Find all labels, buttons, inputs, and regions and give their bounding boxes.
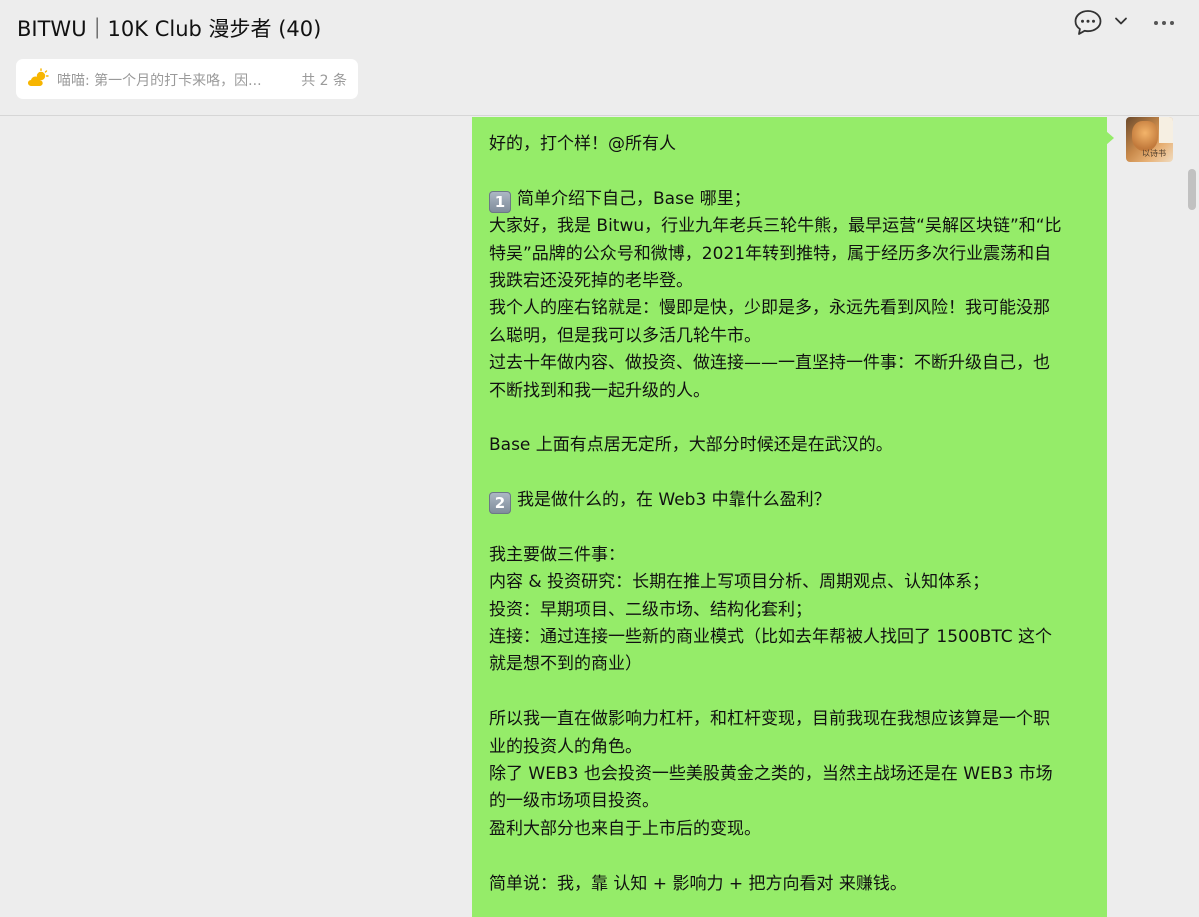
message-line: 特吴”品牌的公众号和微博，2021年转到推特，属于经历多次行业震荡和自 (489, 241, 1091, 268)
number-badge-icon: 1 (489, 190, 511, 213)
message-line: 我主要做三件事： (489, 542, 1091, 569)
message-line: 好的，打个样！@所有人 (489, 131, 1091, 158)
message-line: 2 我是做什么的，在 Web3 中靠什么盈利？ (489, 487, 1091, 515)
message-line (489, 679, 1091, 706)
message-line: 么聪明，但是我可以多活几轮牛市。 (489, 323, 1091, 350)
message-line (489, 514, 1091, 541)
message-line-text: 盈利大部分也来自于上市后的变现。 (489, 818, 761, 839)
bubble-tail (1106, 131, 1114, 145)
message-line-text: 我是做什么的，在 Web3 中靠什么盈利？ (517, 490, 831, 511)
message-line-text: 除了 WEB3 也会投资一些美股黄金之类的，当然主战场还是在 WEB3 市场 (489, 763, 1053, 784)
message-line-text: 内容 & 投资研究：长期在推上写项目分析、周期观点、认知体系； (489, 572, 990, 593)
message-line-text: 特吴”品牌的公众号和微博，2021年转到推特，属于经历多次行业震荡和自 (489, 243, 1052, 264)
message-bubble[interactable]: 好的，打个样！@所有人 1 简单介绍下自己，Base 哪里； 大家好，我是 Bitwu… (472, 117, 1107, 917)
message-line: 内容 & 投资研究：长期在推上写项目分析、周期观点、认知体系； (489, 569, 1091, 596)
message-line: 投资：早期项目、二级市场、结构化套利； (489, 597, 1091, 624)
message-line: 就是想不到的商业） (489, 651, 1091, 678)
message-line: 的一级市场项目投资。 (489, 788, 1091, 815)
sun-cloud-icon (28, 68, 49, 86)
message-line-text: 过去十年做内容、做投资、做连接——一直坚持一件事：不断升级自己，也 (489, 353, 1050, 374)
number-badge-icon: 2 (489, 492, 511, 515)
avatar[interactable]: 以诗书 (1126, 117, 1173, 162)
message-line-text: 大家好，我是 Bitwu，行业九年老兵三轮牛熊，最早运营“吴解区块链”和“比 (489, 216, 1062, 237)
message-line-text: 我主要做三件事： (489, 544, 625, 565)
message-line: 简单说：我，靠 认知 + 影响力 + 把方向看对 来赚钱。 (489, 871, 1091, 898)
chevron-down-icon[interactable] (1112, 12, 1130, 30)
message-line-text: 我跌宕还没死掉的老毕登。 (489, 270, 693, 291)
message-line (489, 843, 1091, 870)
message-line-text: 简单介绍下自己，Base 哪里； (517, 188, 751, 209)
message-line-text: 不断找到和我一起升级的人。 (489, 380, 710, 401)
message-line-text: 的一级市场项目投资。 (489, 791, 659, 812)
message-line-text: 好的，打个样！@所有人 (489, 134, 676, 154)
message-line-text: 业的投资人的角色。 (489, 736, 642, 757)
message-line-text: 简单说：我，靠 认知 + 影响力 + 把方向看对 来赚钱。 (489, 873, 907, 894)
message-line-text: 连接：通过连接一些新的商业模式（比如去年帮被人找回了 1500BTC 这个 (489, 627, 1052, 648)
message-line: Base 上面有点居无定所，大部分时候还是在武汉的。 (489, 432, 1091, 459)
chat-area: 好的，打个样！@所有人 1 简单介绍下自己，Base 哪里； 大家好，我是 Bitwu… (0, 117, 1199, 917)
chat-title: BITWU｜10K Club 漫步者 (40) (17, 17, 322, 41)
message-line: 我个人的座右铭就是：慢即是快，少即是多，永远先看到风险！我可能没那 (489, 295, 1091, 322)
message-line: 1 简单介绍下自己，Base 哪里； (489, 186, 1091, 213)
message-line: 除了 WEB3 也会投资一些美股黄金之类的，当然主战场还是在 WEB3 市场 (489, 761, 1091, 788)
pinned-message-text: 喵喵: 第一个月的打卡来咯，因... (57, 73, 262, 89)
message-line (489, 158, 1091, 185)
message-line: 大家好，我是 Bitwu，行业九年老兵三轮牛熊，最早运营“吴解区块链”和“比 (489, 213, 1091, 240)
message-line: 过去十年做内容、做投资、做连接——一直坚持一件事：不断升级自己，也 (489, 350, 1091, 377)
message-line: 连接：通过连接一些新的商业模式（比如去年帮被人找回了 1500BTC 这个 (489, 624, 1091, 651)
message-line: 盈利大部分也来自于上市后的变现。 (489, 816, 1091, 843)
message-line (489, 460, 1091, 487)
message-line: 业的投资人的角色。 (489, 734, 1091, 761)
message-line-text: 所以我一直在做影响力杠杆，和杠杆变现，目前我现在我想应该算是一个职 (489, 709, 1050, 730)
avatar-tag: 以诗书 (1142, 149, 1166, 158)
chat-bubble-icon[interactable] (1073, 8, 1103, 38)
chat-header: BITWU｜10K Club 漫步者 (40) 喵喵: 第一个月的打卡来咯，因.… (0, 0, 1199, 116)
pinned-message-bar[interactable]: 喵喵: 第一个月的打卡来咯，因... 共 2 条 (16, 59, 358, 99)
message-line: 不断找到和我一起升级的人。 (489, 378, 1091, 405)
message-line-text: 就是想不到的商业） (489, 654, 642, 675)
more-dots-icon[interactable] (1149, 8, 1179, 38)
scrollbar-thumb[interactable] (1188, 169, 1196, 210)
pinned-message-count: 共 2 条 (301, 73, 347, 89)
message-line-text: 我个人的座右铭就是：慢即是快，少即是多，永远先看到风险！我可能没那 (489, 298, 1050, 319)
message-line-text: Base 上面有点居无定所，大部分时候还是在武汉的。 (489, 435, 893, 456)
avatar-cat (1132, 121, 1158, 151)
message-line: 我跌宕还没死掉的老毕登。 (489, 268, 1091, 295)
message-line-text: 投资：早期项目、二级市场、结构化套利； (489, 599, 812, 620)
message-line-text: 么聪明，但是我可以多活几轮牛市。 (489, 325, 761, 346)
message-line (489, 405, 1091, 432)
avatar-window (1159, 117, 1173, 143)
message-line: 所以我一直在做影响力杠杆，和杠杆变现，目前我现在我想应该算是一个职 (489, 706, 1091, 733)
